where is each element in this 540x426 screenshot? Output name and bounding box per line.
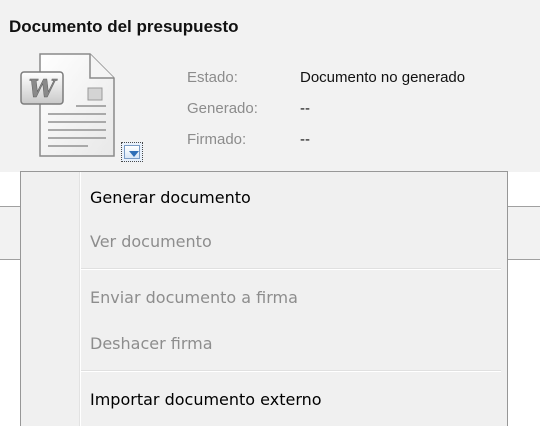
status-value: Documento no generado [300,69,466,86]
divider [508,259,540,260]
panel-background [0,207,20,259]
document-panel: Documento del presupuesto W Estado: Docu… [0,0,540,426]
divider [0,259,20,260]
panel-background [508,207,540,259]
menu-separator [81,370,501,372]
menu-item-send-for-signature[interactable]: Enviar documento a firma [81,280,505,316]
chevron-down-icon [124,145,140,159]
section-title: Documento del presupuesto [9,17,239,36]
document-options-dropdown-button[interactable] [121,142,143,162]
generated-label: Generado: [187,100,258,117]
status-label: Estado: [187,69,238,86]
menu-item-generate-document[interactable]: Generar documento [81,180,505,216]
menu-item-import-external-document[interactable]: Importar documento externo [81,382,505,418]
menu-separator [81,268,501,270]
signed-value: -- [300,131,310,148]
menu-item-view-document[interactable]: Ver documento [81,224,505,260]
menu-item-undo-signature[interactable]: Deshacer firma [81,326,505,362]
document-context-menu: Generar documento Ver documento Enviar d… [20,171,508,426]
signed-label: Firmado: [187,131,247,148]
svg-text:W: W [29,74,58,103]
generated-value: -- [300,100,310,117]
word-document-icon[interactable]: W [18,52,118,164]
